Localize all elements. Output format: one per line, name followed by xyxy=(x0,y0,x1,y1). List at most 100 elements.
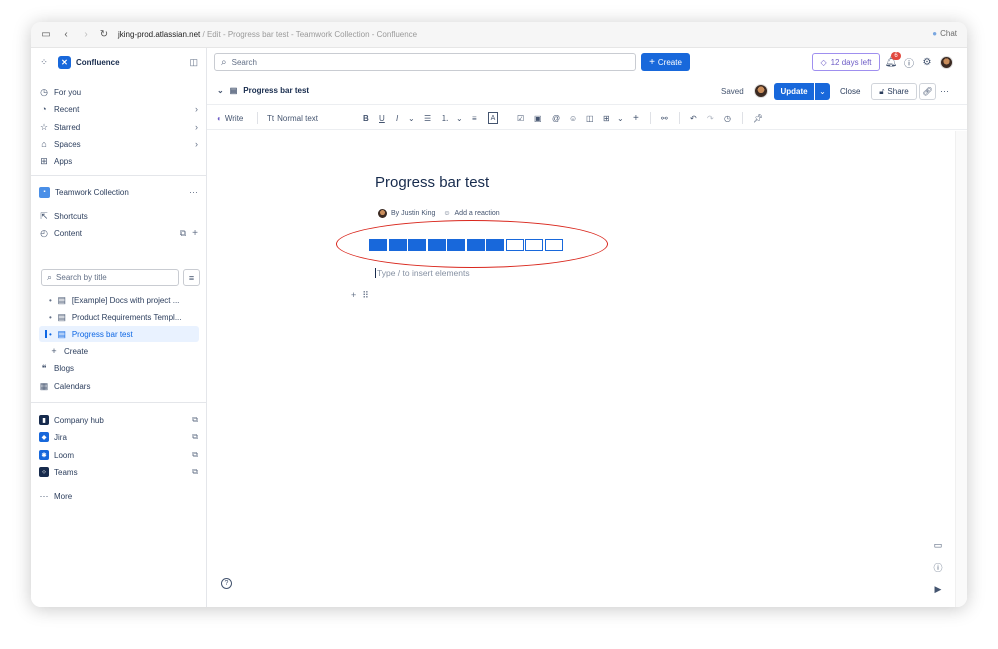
sidebar-item-apps[interactable]: ⊞ Apps xyxy=(39,153,198,169)
add-reaction-label[interactable]: Add a reaction xyxy=(455,210,500,217)
copy-link-button[interactable]: 🔗︎ xyxy=(919,83,936,100)
mention-icon[interactable]: @ xyxy=(552,112,560,124)
chevron-right-icon: › xyxy=(195,104,198,114)
underline-icon[interactable]: U xyxy=(379,112,385,124)
chat-button[interactable]: ● Chat xyxy=(932,29,957,38)
sidebar-item-for-you[interactable]: ◷ For you xyxy=(39,84,198,100)
page-breadcrumb: ⌄ ▤ Progress bar test xyxy=(217,86,309,95)
image-icon[interactable]: ▣ xyxy=(534,112,542,124)
external-link-icon: ⧉ xyxy=(192,467,198,476)
text-style-icon: Tt xyxy=(267,113,275,123)
help-icon[interactable]: ⓘ xyxy=(903,56,915,70)
sidebar-toggle-icon[interactable]: ▭ xyxy=(40,29,52,41)
collaborator-avatar[interactable] xyxy=(754,84,768,98)
reload-icon[interactable]: ↻ xyxy=(98,29,110,41)
update-button[interactable]: Update xyxy=(774,83,814,100)
more-actions-icon[interactable]: ··· xyxy=(940,86,949,96)
chevron-down-icon[interactable]: ⌄ xyxy=(456,112,463,124)
collapse-sidebar-icon[interactable]: ◫ xyxy=(189,57,198,68)
close-button[interactable]: Close xyxy=(840,87,860,96)
checkbox-icon[interactable]: ☑ xyxy=(517,112,524,124)
sidebar-app-teams[interactable]: ⁘ Teams ⧉ xyxy=(39,464,198,480)
plus-icon: + xyxy=(649,56,655,68)
loom-icon: ✱ xyxy=(39,450,49,460)
chevron-down-icon[interactable]: ⌄ xyxy=(217,86,224,95)
user-avatar[interactable] xyxy=(940,56,953,69)
tree-item[interactable]: • ▤ [Example] Docs with project ... xyxy=(49,292,198,308)
insert-block-icon[interactable]: + xyxy=(351,290,356,301)
tree-item-active[interactable]: • ▤ Progress bar test xyxy=(39,326,199,342)
create-page-item[interactable]: + Create xyxy=(49,343,198,359)
text-style-dropdown[interactable]: Tt Normal text xyxy=(267,112,318,124)
history-icon[interactable]: ◷ xyxy=(724,112,731,124)
write-mode-button[interactable]: ◐ Write xyxy=(217,112,243,124)
create-button[interactable]: + Create xyxy=(641,53,690,71)
link-icon[interactable]: ⚯ xyxy=(661,112,668,124)
block-controls: + ⠿ xyxy=(351,290,369,301)
space-more-icon[interactable]: ··· xyxy=(189,187,198,197)
pin-toolbar-icon[interactable]: 📌︎ xyxy=(753,112,763,124)
page-title[interactable]: Progress bar test xyxy=(375,174,489,191)
sidebar-item-shortcuts[interactable]: ⇱ Shortcuts xyxy=(39,208,198,224)
scrollbar[interactable] xyxy=(955,131,967,607)
back-icon[interactable]: ‹ xyxy=(60,29,72,41)
add-content-icon[interactable]: + xyxy=(192,228,198,239)
table-icon[interactable]: ⊞ xyxy=(603,112,610,124)
editor-header: ⌄ ▤ Progress bar test Saved Update ⌄ Clo… xyxy=(207,78,967,105)
bullet-icon: • xyxy=(49,329,52,339)
comments-icon[interactable]: ▭ xyxy=(932,539,944,551)
chevron-down-icon[interactable]: ⌄ xyxy=(408,112,415,124)
copy-icon[interactable]: ⧉ xyxy=(180,228,186,239)
sidebar-item-starred[interactable]: ☆ Starred › xyxy=(39,119,198,135)
sidebar-app-jira[interactable]: ◆ Jira ⧉ xyxy=(39,429,198,445)
editor-placeholder[interactable]: Type / to insert elements xyxy=(375,268,470,278)
tree-item-label: [Example] Docs with project ... xyxy=(71,295,180,305)
address-bar[interactable]: jking-prod.atlassian.net / Edit - Progre… xyxy=(118,30,417,39)
undo-icon[interactable]: ↶ xyxy=(690,112,697,124)
emoji-icon[interactable]: ☺ xyxy=(569,112,577,124)
update-options-button[interactable]: ⌄ xyxy=(815,83,830,100)
space-header[interactable]: ▪ Teamwork Collection ··· xyxy=(39,184,198,200)
tree-item[interactable]: • ▤ Product Requirements Templ... xyxy=(49,309,198,325)
url-domain: jking-prod.atlassian.net xyxy=(118,30,201,39)
bullet-list-icon[interactable]: ☰ xyxy=(424,112,431,124)
bold-icon[interactable]: B xyxy=(363,112,369,124)
help-icon[interactable]: ? xyxy=(221,578,232,589)
forward-icon[interactable]: › xyxy=(80,29,92,41)
sidebar-item-blogs[interactable]: ❝ Blogs xyxy=(39,360,198,376)
sidebar-app-loom[interactable]: ✱ Loom ⧉ xyxy=(39,447,198,463)
filter-button[interactable]: ≡ xyxy=(183,269,200,286)
layout-icon[interactable]: ◫ xyxy=(586,112,594,124)
settings-icon[interactable]: ⚙ xyxy=(921,56,933,68)
sidebar-item-label: More xyxy=(54,491,73,501)
chevron-down-icon[interactable]: ⌄ xyxy=(617,112,624,124)
global-search-input[interactable]: ⌕ Search xyxy=(214,53,636,71)
insert-plus-icon[interactable]: + xyxy=(633,112,639,124)
drag-handle-icon[interactable]: ⠿ xyxy=(362,290,369,301)
text-color-icon[interactable]: A xyxy=(488,112,498,124)
video-icon[interactable]: ▶ xyxy=(932,583,944,595)
sidebar-item-calendars[interactable]: ▦ Calendars xyxy=(39,378,198,394)
sidebar-app-company-hub[interactable]: ▮ Company hub ⧉ xyxy=(39,412,198,428)
sidebar-item-label: Recent xyxy=(54,104,80,114)
share-button[interactable]: 🔓︎ Share xyxy=(871,83,917,100)
editor-canvas[interactable] xyxy=(207,131,967,607)
italic-icon[interactable]: I xyxy=(396,112,398,124)
align-icon[interactable]: ≡ xyxy=(472,112,477,124)
confluence-logo-icon[interactable]: ✕ xyxy=(58,55,71,69)
details-icon[interactable]: ⓘ xyxy=(932,561,944,573)
lock-icon: 🔓︎ xyxy=(879,86,885,96)
add-reaction-icon[interactable]: ☺ xyxy=(443,210,450,217)
trial-button[interactable]: ◇ 12 days left xyxy=(812,53,880,71)
sidebar-item-more[interactable]: ··· More xyxy=(39,488,198,504)
tree-item-label: Product Requirements Templ... xyxy=(71,312,182,322)
calendar-icon: ▦ xyxy=(39,380,49,391)
redo-icon[interactable]: ↷ xyxy=(707,112,714,124)
sidebar-item-content[interactable]: ◴ Content ⧉ + xyxy=(39,225,198,241)
sidebar-item-recent[interactable]: ◔ Recent › xyxy=(39,101,198,117)
app-switcher-icon[interactable]: ⁘ xyxy=(39,57,49,67)
sidebar-item-spaces[interactable]: ⌂ Spaces › xyxy=(39,136,198,152)
numbered-list-icon[interactable]: ⒈ xyxy=(441,112,449,124)
diamond-icon: ◇ xyxy=(820,57,827,67)
content-search-input[interactable]: ⌕ Search by title xyxy=(41,269,179,286)
